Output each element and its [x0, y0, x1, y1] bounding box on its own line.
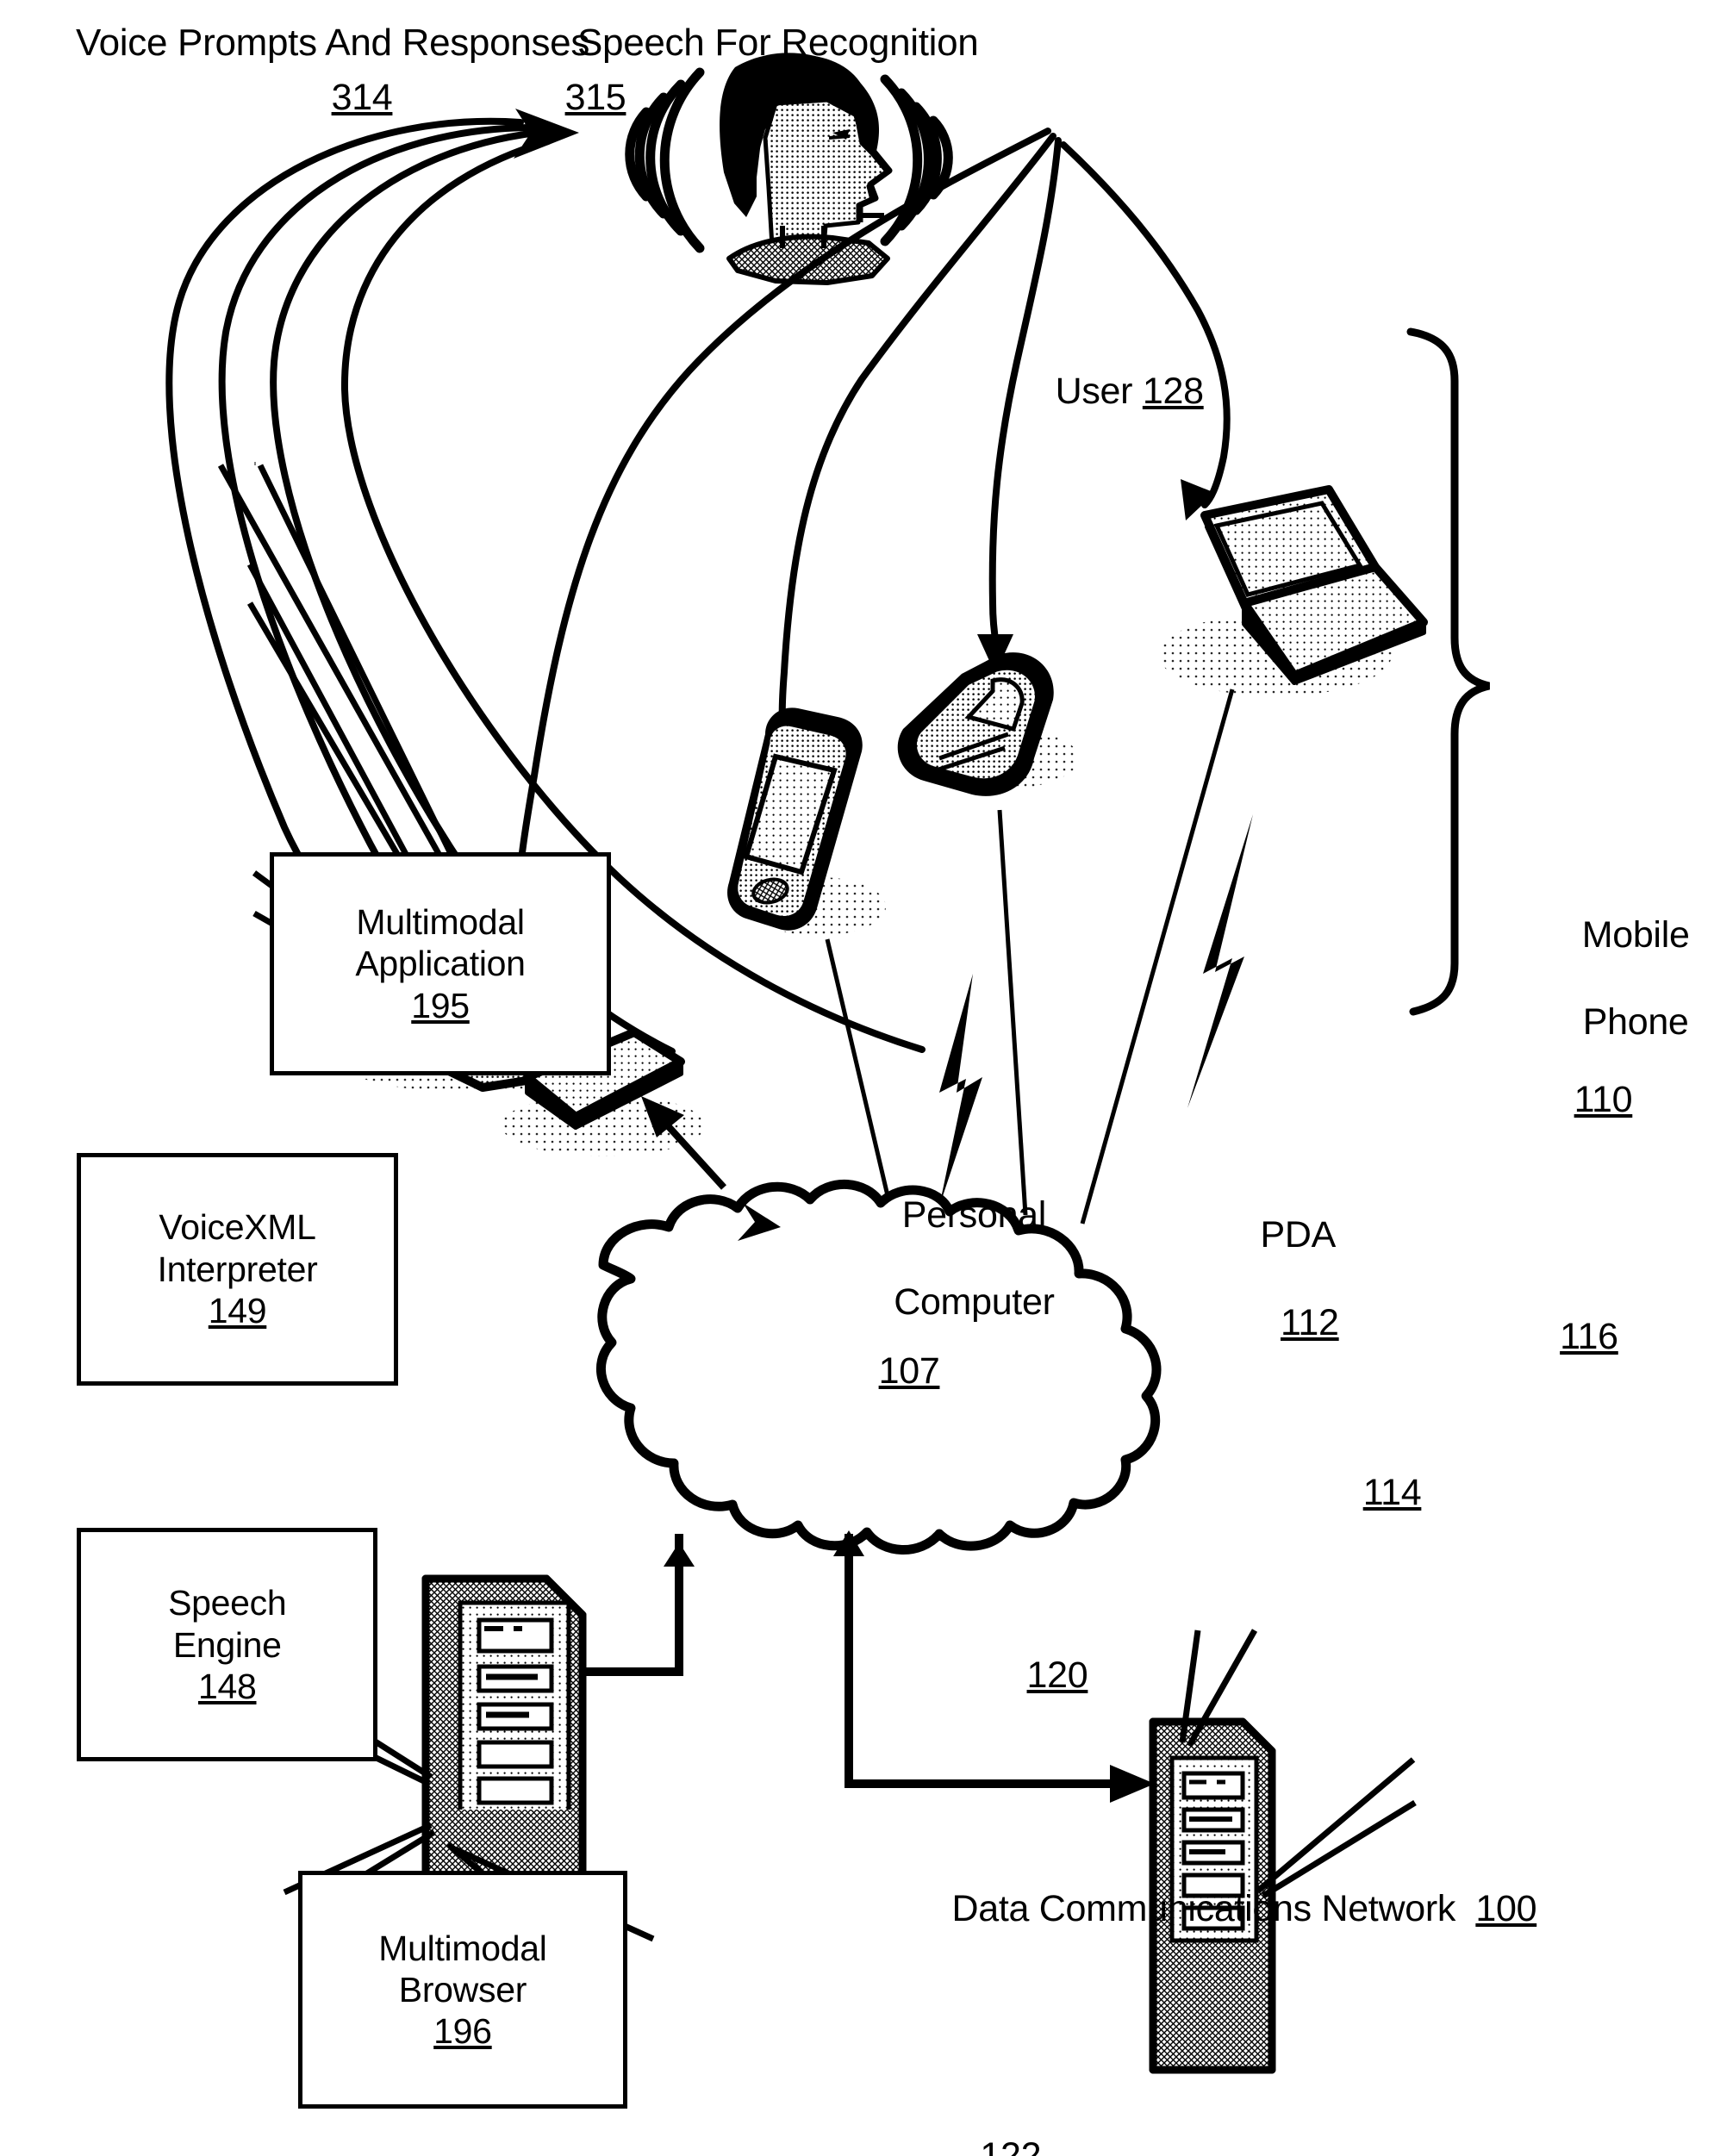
user-ref: 128: [1142, 370, 1204, 412]
patent-figure-page: Voice Prompts And Responses 314 Speech F…: [0, 0, 1714, 2156]
connection-114-ref: 114: [1362, 1472, 1422, 1514]
speech-recognition-flow-lines: [517, 128, 1231, 875]
voice-prompts-heading: Voice Prompts And Responses: [76, 22, 590, 64]
connection-123: [833, 1530, 1155, 1803]
callout-line2: Application: [355, 944, 526, 984]
mobile-phone-icon: [897, 652, 1079, 796]
connection-122-ref: 122: [980, 2134, 1041, 2156]
callout-ref: 196: [433, 2011, 492, 2052]
speech-for-recognition-heading: Speech For Recognition: [577, 22, 979, 64]
callout-speech-engine-148: Speech Engine 148: [77, 1528, 378, 1762]
personal-computer-label-line2: Computer: [894, 1281, 1055, 1323]
callout-voicexml-interpreter-149: VoiceXML Interpreter 149: [77, 1152, 398, 1386]
voice-server-icon: [421, 1574, 587, 1907]
connection-116-ref: 116: [1560, 1316, 1618, 1358]
speech-for-recognition-ref: 315: [564, 77, 626, 118]
connection-120-ref: 120: [1026, 1654, 1088, 1697]
user-label: User 128: [1055, 370, 1204, 412]
network-ref: 100: [1475, 1888, 1537, 1930]
callout-line2: Interpreter: [157, 1249, 318, 1289]
sound-waves-left: [625, 67, 705, 253]
pda-label: PDA: [1260, 1214, 1336, 1256]
user-figure: [720, 53, 893, 285]
multimodal-devices-bracket: [1406, 327, 1491, 1016]
voice-prompts-ref: 314: [331, 77, 393, 118]
callout-line1: VoiceXML: [159, 1207, 316, 1248]
mobile-phone-label-line1: Mobile: [1581, 913, 1690, 956]
callout-line2: Browser: [398, 1969, 527, 2010]
diagram-artwork: [165, 53, 1491, 2074]
pda-ref: 112: [1281, 1301, 1339, 1343]
personal-computer-label-line1: Personal: [901, 1193, 1047, 1236]
callout-line1: Speech: [168, 1583, 287, 1623]
personal-computer-ref: 107: [878, 1350, 940, 1393]
mobile-phone-ref: 110: [1574, 1078, 1633, 1120]
callout-ref: 149: [208, 1291, 267, 1331]
callout-ref: 195: [411, 985, 470, 1025]
callout-multimodal-application: Multimodal Application 195: [270, 852, 611, 1076]
callout-line2: Engine: [172, 1624, 282, 1665]
callout-multimodal-browser: Multimodal Browser 196: [298, 1871, 627, 2109]
pda-icon: [727, 707, 886, 936]
callout-line1: Multimodal: [356, 902, 525, 943]
callout-line1: Multimodal: [378, 1928, 547, 1968]
network-label: Data Communications Network 100: [951, 1888, 1537, 1930]
laptop-icon: [1159, 485, 1428, 696]
callout-ref: 148: [197, 1666, 257, 1706]
connection-118: [1080, 689, 1253, 1224]
connection-116: [997, 809, 1028, 1216]
mobile-phone-label-line2: Phone: [1582, 1001, 1689, 1043]
